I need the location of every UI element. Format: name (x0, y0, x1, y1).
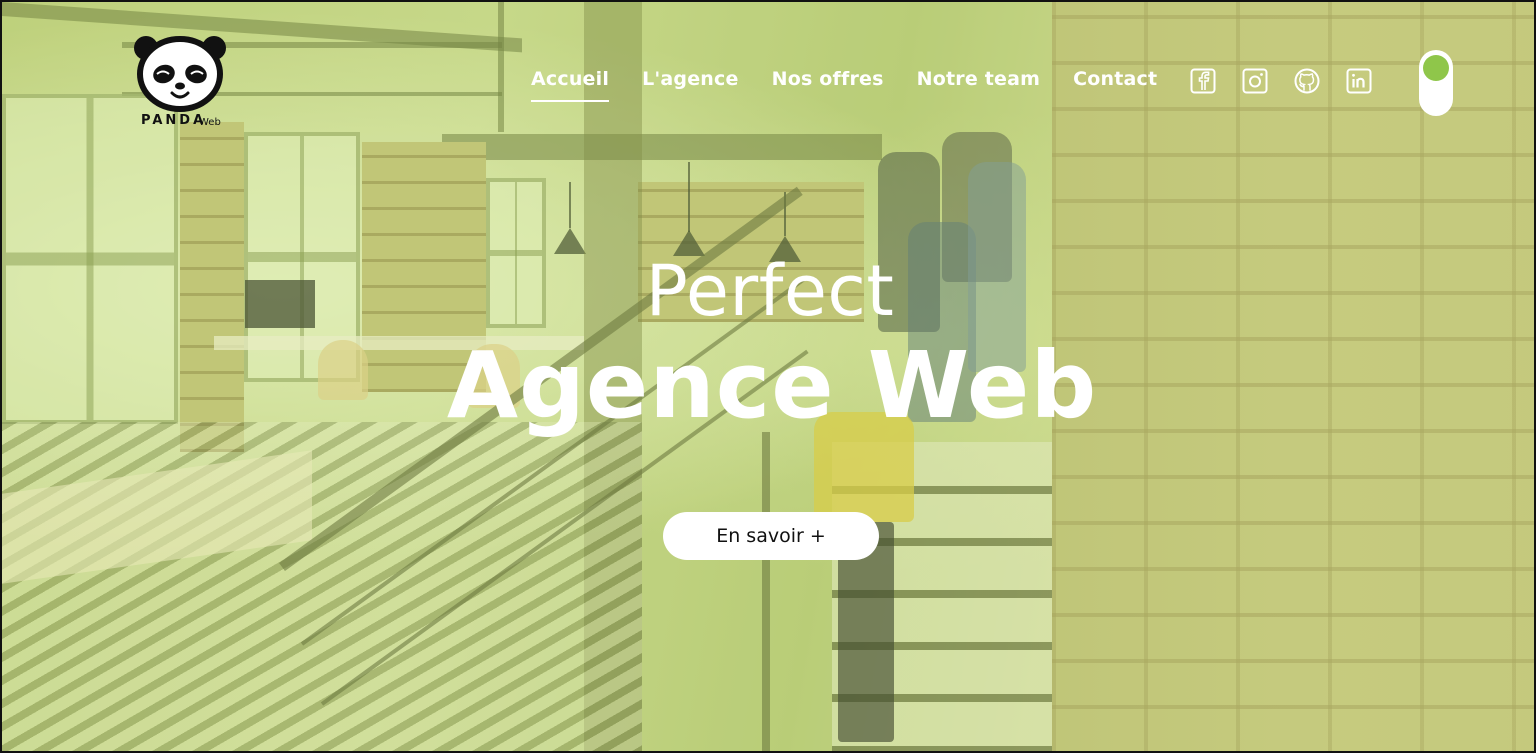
brand-suffix: Web (199, 117, 221, 128)
hero-section: PANDA Web Accueil L'agence Nos offres No… (0, 0, 1536, 753)
instagram-icon[interactable] (1242, 68, 1268, 94)
facebook-icon[interactable] (1190, 68, 1216, 94)
main-nav: Accueil L'agence Nos offres Notre team C… (531, 68, 1190, 102)
nav-item-lagence[interactable]: L'agence (642, 68, 739, 98)
en-savoir-plus-button[interactable]: En savoir + (663, 512, 879, 560)
toggle-knob (1423, 55, 1449, 81)
nav-item-nos-offres[interactable]: Nos offres (772, 68, 884, 98)
hero-title: Agence Web (446, 332, 1098, 439)
nav-item-notre-team[interactable]: Notre team (917, 68, 1041, 98)
github-icon[interactable] (1294, 68, 1320, 94)
social-links (1190, 68, 1372, 94)
nav-item-contact[interactable]: Contact (1073, 68, 1157, 98)
nav-item-accueil[interactable]: Accueil (531, 68, 610, 102)
theme-toggle-switch[interactable] (1419, 50, 1453, 116)
brand-name: PANDA (141, 113, 207, 128)
linkedin-icon[interactable] (1346, 68, 1372, 94)
hero-pretitle: Perfect (645, 250, 895, 332)
